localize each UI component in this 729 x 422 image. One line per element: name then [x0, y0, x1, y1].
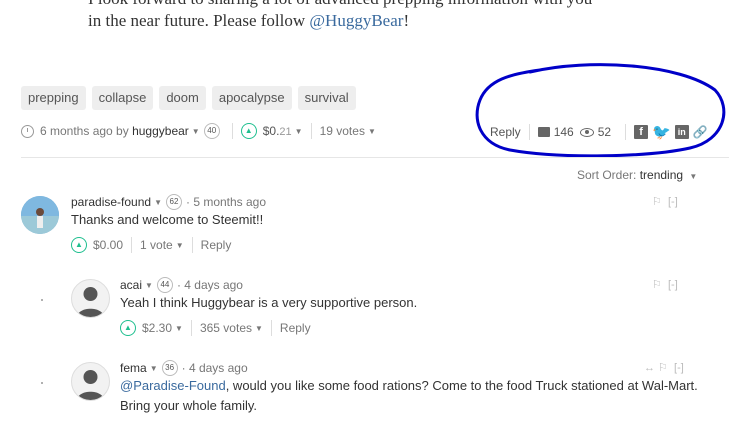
- comment-header: fema ▼ 36 · 4 days ago: [120, 360, 248, 376]
- tag-collapse[interactable]: collapse: [91, 86, 154, 110]
- chevron-down-icon[interactable]: ▼: [255, 324, 263, 333]
- chevron-down-icon[interactable]: ▼: [145, 281, 153, 290]
- chevron-down-icon[interactable]: ▼: [368, 127, 376, 136]
- annotation-circle: [475, 63, 726, 158]
- section-divider: [21, 157, 729, 158]
- comment-footer: ▲ $0.00 1 vote ▼ Reply: [71, 237, 231, 253]
- chevron-down-icon[interactable]: ▼: [175, 324, 183, 333]
- upvote-icon[interactable]: ▲: [240, 123, 257, 139]
- comment-time: · 5 months ago: [185, 195, 267, 209]
- comment-flag[interactable]: ⚐ [-]: [652, 278, 678, 291]
- comment-time: · 4 days ago: [176, 278, 243, 292]
- chevron-down-icon[interactable]: ▼: [150, 364, 158, 373]
- upvote-icon[interactable]: ▲: [71, 237, 87, 253]
- comment-flag[interactable]: ⚐ [-]: [652, 195, 678, 208]
- post-meta: 6 months ago by huggybear ▼ 40 ▲ $0.21 ▼…: [21, 123, 376, 139]
- comment-line-2: Bring your whole family.: [120, 398, 258, 413]
- mention-link[interactable]: @Paradise-Found: [120, 378, 226, 393]
- reputation-badge: 36: [161, 360, 178, 376]
- comment-time: · 4 days ago: [181, 361, 248, 375]
- comment-header: paradise-found ▼ 62 · 5 months ago: [71, 194, 266, 210]
- comment-header: acai ▼ 44 · 4 days ago: [120, 277, 243, 293]
- reply-button[interactable]: Reply: [280, 321, 311, 335]
- tag-apocalypse[interactable]: apocalypse: [211, 86, 292, 110]
- sort-value[interactable]: trending: [640, 168, 683, 182]
- avatar[interactable]: [21, 196, 59, 234]
- tag-doom[interactable]: doom: [159, 86, 206, 110]
- comment-votes[interactable]: 365 votes: [200, 321, 252, 335]
- divider: [131, 237, 133, 253]
- tag-list: prepping collapse doom apocalypse surviv…: [21, 86, 356, 110]
- post-time: 6 months ago by: [40, 124, 129, 138]
- comment-author[interactable]: acai: [120, 278, 142, 292]
- comment-payout[interactable]: $2.30: [142, 321, 172, 335]
- reply-button[interactable]: Reply: [201, 238, 232, 252]
- sort-order[interactable]: Sort Order: trending ▼: [577, 168, 697, 182]
- reputation-badge: 44: [156, 277, 173, 293]
- avatar-photo-icon: [21, 196, 59, 234]
- chevron-down-icon[interactable]: ▼: [192, 127, 200, 136]
- divider: [270, 320, 272, 336]
- post-author[interactable]: huggybear: [132, 124, 189, 138]
- upvote-icon[interactable]: ▲: [120, 320, 136, 336]
- comment-votes[interactable]: 1 vote: [140, 238, 173, 252]
- comment-author[interactable]: fema: [120, 361, 147, 375]
- comment-author[interactable]: paradise-found: [71, 195, 151, 209]
- comment-footer: ▲ $2.30 ▼ 365 votes ▼ Reply: [120, 320, 311, 336]
- clock-icon: [21, 124, 34, 138]
- avatar[interactable]: [71, 362, 110, 401]
- tag-prepping[interactable]: prepping: [21, 86, 86, 110]
- chevron-down-icon[interactable]: ▼: [154, 198, 162, 207]
- mention-link[interactable]: @HuggyBear: [309, 11, 403, 30]
- reputation-badge: 62: [165, 194, 182, 210]
- comment-payout[interactable]: $0.00: [93, 238, 123, 252]
- divider: [191, 237, 193, 253]
- thread-dot: [41, 382, 43, 384]
- comment-line-1: @Paradise-Found, would you like some foo…: [120, 378, 698, 393]
- post-body: I look forward to sharing a lot of advan…: [88, 0, 648, 32]
- comment-flag[interactable]: ↔ ⚐ [-]: [644, 361, 684, 374]
- comment-body: Thanks and welcome to Steemit!!: [71, 212, 264, 227]
- post-line-2: in the near future. Please follow @Huggy…: [88, 11, 410, 30]
- chevron-down-icon[interactable]: ▼: [295, 127, 303, 136]
- thread-dot: [41, 299, 43, 301]
- post-line-1: I look forward to sharing a lot of advan…: [88, 0, 648, 10]
- divider: [310, 123, 312, 139]
- post-payout[interactable]: $0.21: [263, 124, 292, 138]
- tag-survival[interactable]: survival: [297, 86, 356, 110]
- divider: [231, 123, 233, 139]
- avatar[interactable]: [71, 279, 110, 318]
- annotation-stroke: [475, 63, 726, 158]
- chevron-down-icon[interactable]: ▼: [176, 241, 184, 250]
- default-user-icon: [77, 370, 104, 400]
- reputation-badge: 40: [203, 123, 220, 139]
- post-votes[interactable]: 19 votes: [320, 124, 365, 138]
- default-user-icon: [77, 287, 104, 317]
- comment-body: @Paradise-Found, would you like some foo…: [120, 376, 720, 416]
- divider: [190, 320, 192, 336]
- comment-body: Yeah I think Huggybear is a very support…: [120, 295, 418, 310]
- chevron-down-icon[interactable]: ▼: [689, 172, 697, 181]
